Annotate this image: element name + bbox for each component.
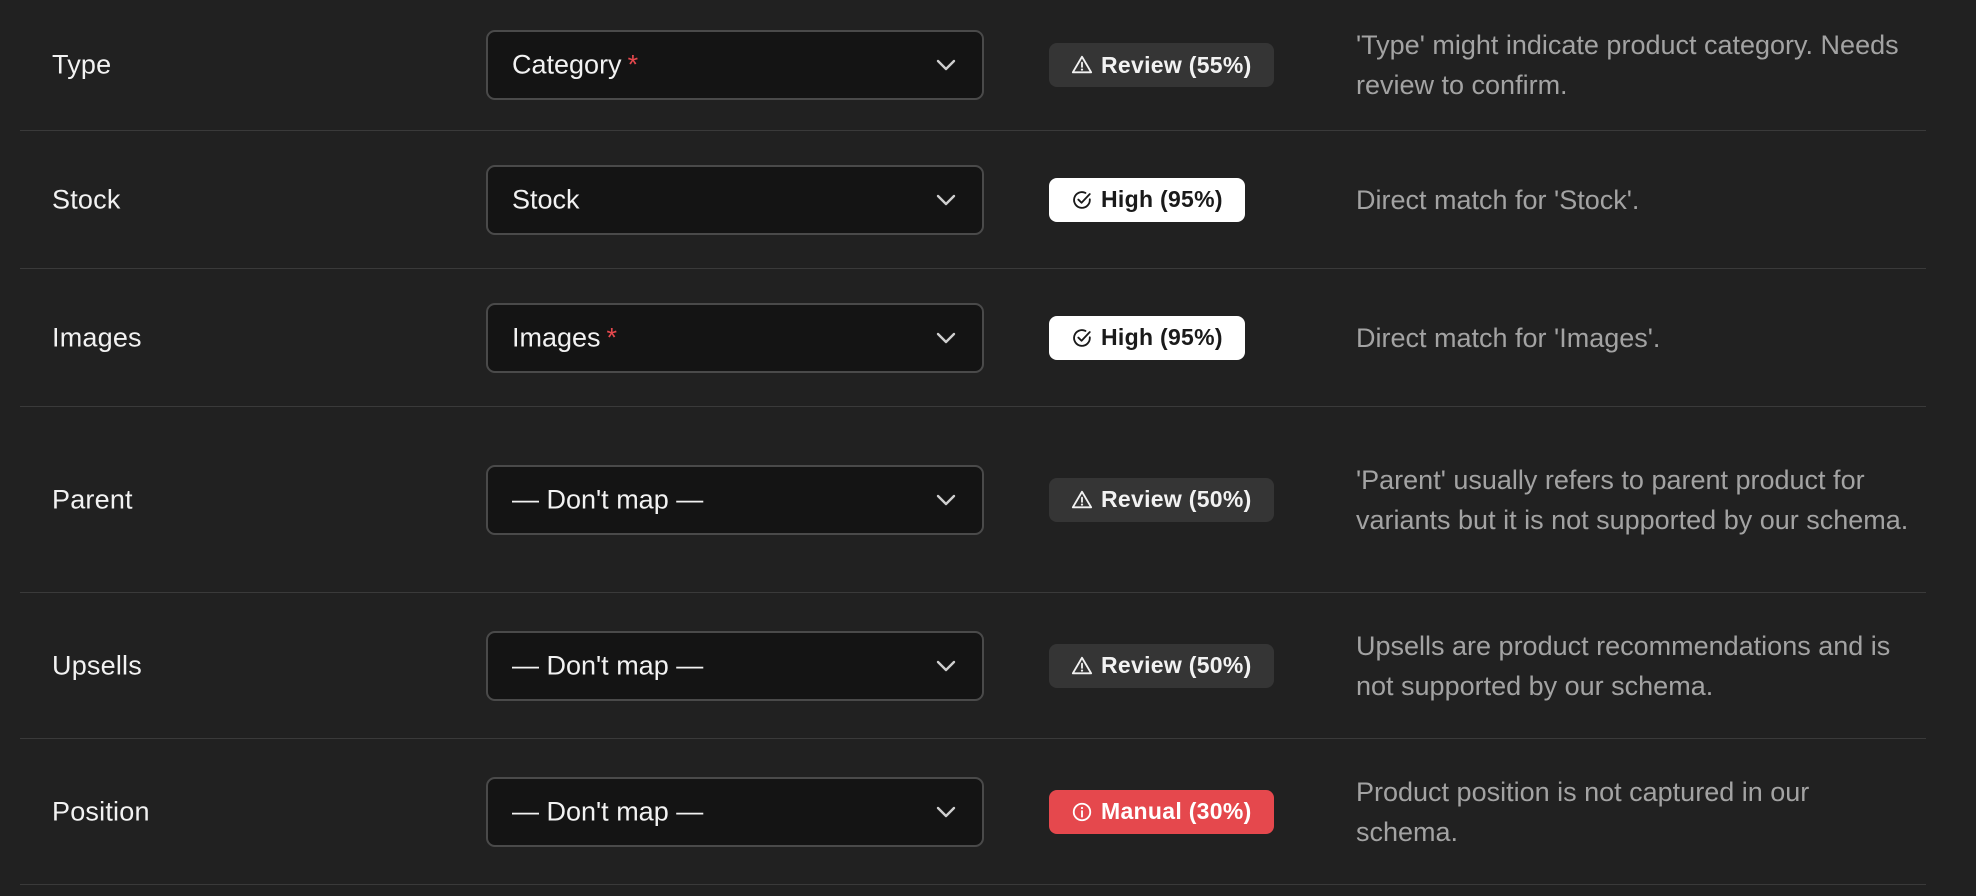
mapping-note: Product position is not captured in our …	[1356, 776, 1810, 847]
target-field-select[interactable]: — Don't map —	[486, 630, 984, 701]
confidence-badge: Manual (30%)	[1049, 789, 1274, 834]
confidence-label: Review (50%)	[1101, 652, 1252, 678]
target-field-select[interactable]: Images *	[486, 302, 984, 373]
chevron-down-icon	[936, 660, 956, 671]
chevron-down-icon	[936, 332, 956, 343]
select-value: Category *	[512, 49, 639, 80]
chevron-down-icon	[936, 494, 956, 505]
table-row: Position — Don't map — Manual (30%) Prod…	[20, 739, 1926, 885]
select-value: Stock	[512, 184, 580, 214]
target-field-select[interactable]: Stock	[486, 164, 984, 235]
info-circle-icon	[1072, 802, 1092, 821]
warning-icon	[1071, 55, 1093, 74]
table-row: Images Images * High (95%) Direct match f…	[20, 269, 1926, 407]
confidence-label: Review (55%)	[1101, 51, 1252, 78]
mapping-note: Direct match for 'Stock'.	[1356, 184, 1640, 215]
required-indicator: *	[627, 49, 639, 80]
check-circle-icon	[1073, 328, 1091, 347]
confidence-label: Review (50%)	[1101, 486, 1252, 512]
table-row: Stock Stock High (95%) Direct match for …	[20, 131, 1926, 269]
select-value: Images *	[512, 322, 618, 352]
check-circle-icon	[1073, 190, 1091, 209]
confidence-badge: High (95%)	[1049, 177, 1245, 222]
mapping-note: 'Parent' usually refers to parent produc…	[1356, 464, 1909, 535]
target-field-select[interactable]: — Don't map —	[486, 464, 984, 535]
required-indicator: *	[606, 322, 618, 352]
source-field-label: Parent	[52, 484, 133, 514]
source-field-label: Upsells	[52, 650, 142, 680]
confidence-badge: Review (50%)	[1049, 477, 1274, 522]
source-field-label: Images	[52, 322, 142, 352]
confidence-label: Manual (30%)	[1101, 798, 1252, 824]
warning-icon	[1071, 490, 1093, 508]
confidence-badge: High (95%)	[1049, 315, 1245, 360]
confidence-label: High (95%)	[1101, 324, 1223, 350]
chevron-down-icon	[936, 59, 956, 71]
mapping-note: 'Type' might indicate product category. …	[1356, 30, 1899, 100]
table-row: Upsells — Don't map — Review (50%) Upsel…	[20, 593, 1926, 739]
select-value: — Don't map —	[512, 796, 704, 826]
warning-icon	[1071, 656, 1093, 674]
table-row: Type Category * Review (55%) 'Type' might…	[20, 0, 1926, 131]
mapping-note: Upsells are product recommendations and …	[1356, 630, 1891, 701]
confidence-badge: Review (55%)	[1049, 43, 1274, 87]
mapping-note: Direct match for 'Images'.	[1356, 322, 1661, 353]
confidence-badge: Review (50%)	[1049, 643, 1274, 688]
select-value: — Don't map —	[512, 650, 704, 680]
chevron-down-icon	[936, 194, 956, 205]
source-field-label: Stock	[52, 184, 121, 214]
select-value: — Don't map —	[512, 484, 704, 514]
table-row: Parent — Don't map — Review (50%) 'Paren…	[20, 407, 1926, 593]
source-field-label: Type	[52, 49, 112, 80]
chevron-down-icon	[936, 806, 956, 817]
confidence-label: High (95%)	[1101, 186, 1223, 212]
target-field-select[interactable]: Category *	[486, 30, 984, 100]
field-mapping-table: Type Category * Review (55%) 'Type' might…	[20, 0, 1926, 885]
target-field-select[interactable]: — Don't map —	[486, 776, 984, 847]
source-field-label: Position	[52, 796, 150, 826]
